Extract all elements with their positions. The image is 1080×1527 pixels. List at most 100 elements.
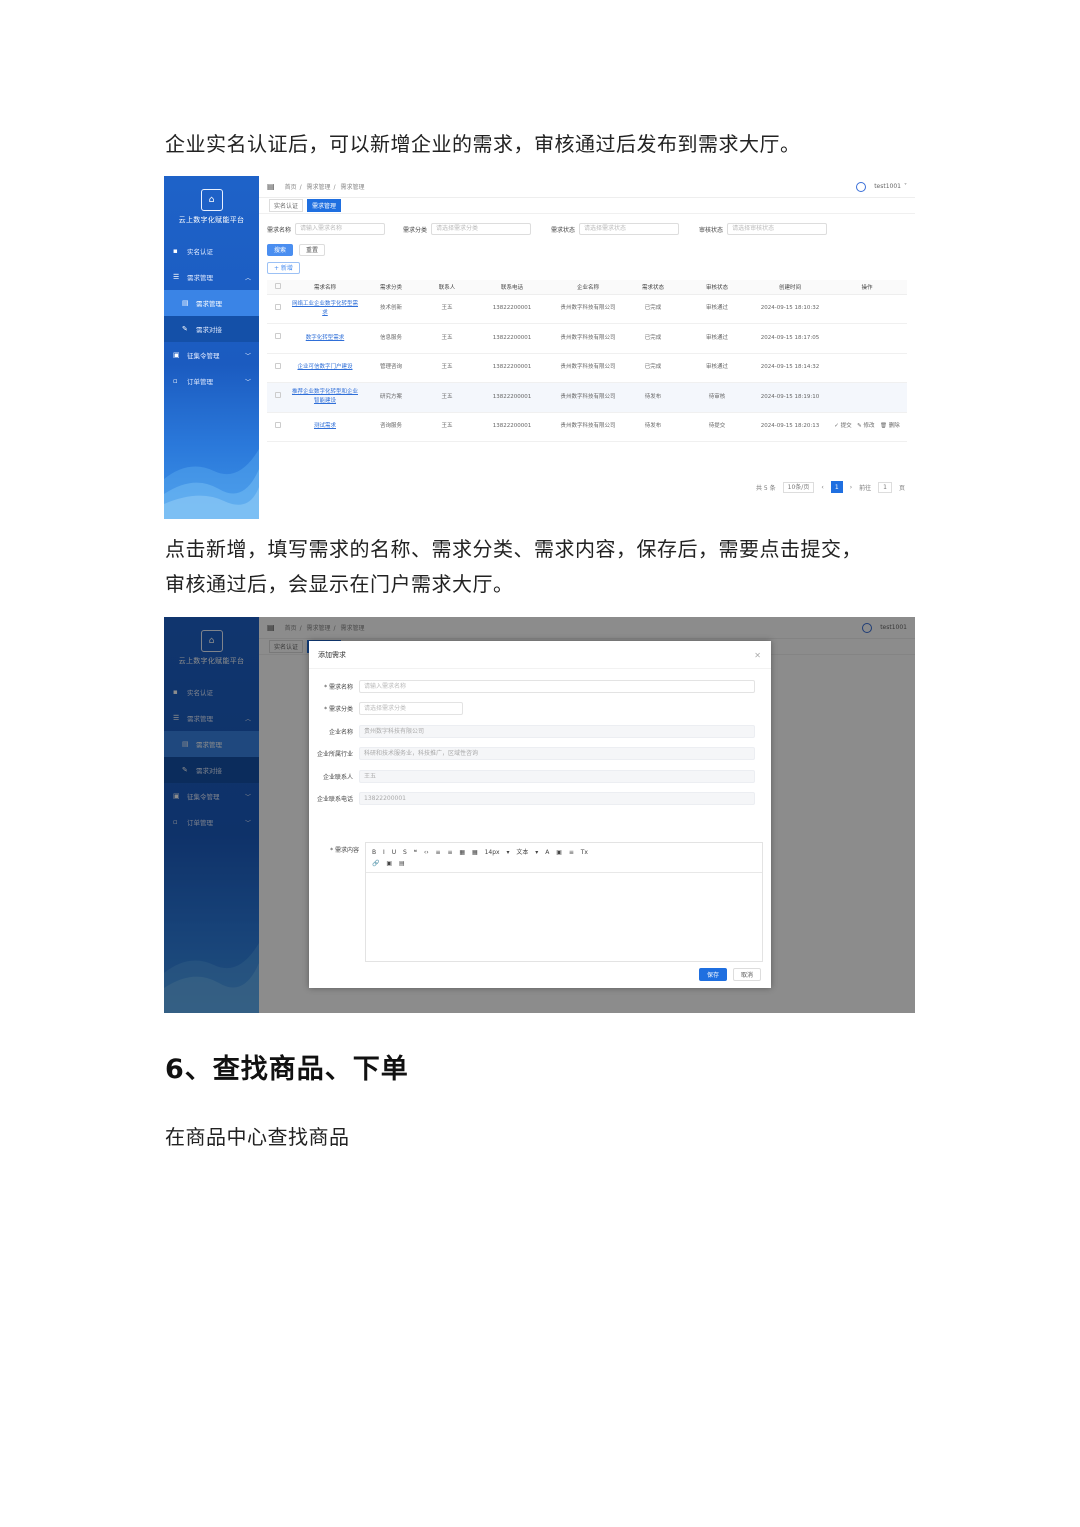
cell-status: 待发布 xyxy=(625,382,681,413)
add-button[interactable]: + 新增 xyxy=(267,262,300,274)
search-button[interactable]: 搜索 xyxy=(267,244,294,256)
cell-status: 待发布 xyxy=(625,412,681,442)
edit-icon: ✎ xyxy=(182,325,188,333)
chevron-down-icon: ﹀ xyxy=(244,378,251,386)
nav-demand-manage[interactable]: ▤ 需求管理 xyxy=(164,290,259,316)
user-icon xyxy=(856,181,867,192)
editor-toolbar[interactable]: B I U S ❝ ‹› ≡ ≡ ▦ ▦ 14px ▾ 文本 ▾ A ▣ ≡ T… xyxy=(366,843,762,873)
label-contact: 企业联系人 xyxy=(322,773,353,781)
nav-orders[interactable]: ▫ 订单管理 ﹀ xyxy=(164,368,259,394)
chevron-down-icon: ﹀ xyxy=(244,352,251,360)
table-header: 需求名称 需求分类 联系人 联系电话 企业名称 需求状态 审核状态 创建时间 操… xyxy=(267,280,907,295)
toolbar-row-2[interactable]: 🔗 ▣ ▤ xyxy=(372,858,756,869)
cell-company: 贵州数字科技有限公司 xyxy=(551,323,625,354)
table-row: 数字化转型需求 信息服务 王五 13822200001 贵州数字科技有限公司 已… xyxy=(267,323,907,354)
cell-status: 已完成 xyxy=(625,353,681,383)
row-checkbox[interactable] xyxy=(275,421,281,428)
table-row: 企业可信数字门户建设 管理咨询 王五 13822200001 贵州数字科技有限公… xyxy=(267,353,907,383)
pager-goto-label: 前往 xyxy=(859,484,872,492)
cell-company: 贵州数字科技有限公司 xyxy=(551,294,625,324)
form-row-company: 企业名称 贵州数字科技有限公司 xyxy=(309,720,771,743)
cell-cat: 技术创新 xyxy=(361,294,421,324)
cell-contact: 王五 xyxy=(421,353,473,383)
contact-field: 王五 xyxy=(359,769,755,783)
tag-real-name[interactable]: 实名认证 xyxy=(269,199,304,212)
page-size-select[interactable]: 10条/页 xyxy=(782,481,815,493)
demand-name-link[interactable]: 推荐企业数字化转型和企业智能建设 xyxy=(289,382,361,413)
demand-name-link[interactable]: 企业可信数字门户建设 xyxy=(289,353,361,383)
cell-time: 2024-09-15 18:19:10 xyxy=(753,382,827,413)
cell-ops xyxy=(827,382,907,413)
pagination: 共 5 条 10条/页 ‹ 1 › 前往 1 页 xyxy=(756,481,905,493)
cell-audit: 审核通过 xyxy=(681,294,753,324)
goto-page-input[interactable]: 1 xyxy=(878,481,892,493)
row-checkbox[interactable] xyxy=(275,362,281,369)
reset-button[interactable]: 重置 xyxy=(299,244,326,256)
cart-icon: ▫ xyxy=(173,377,178,385)
label-cat: * 需求分类 xyxy=(324,706,353,714)
row-checkbox[interactable] xyxy=(275,333,281,340)
cell-phone: 13822200001 xyxy=(473,382,551,413)
crumb-home[interactable]: 首页 xyxy=(285,184,297,191)
label-name: * 需求名称 xyxy=(324,683,353,691)
form-row-contact: 企业联系人 王五 xyxy=(309,765,771,788)
rich-text-editor[interactable]: B I U S ❝ ‹› ≡ ≡ ▦ ▦ 14px ▾ 文本 ▾ A ▣ ≡ T… xyxy=(365,842,763,962)
nav-demand-group[interactable]: ☰ 需求管理 ︿ xyxy=(164,264,259,290)
cell-phone: 13822200001 xyxy=(473,353,551,383)
cancel-button[interactable]: 取消 xyxy=(732,968,761,981)
row-checkbox[interactable] xyxy=(275,303,281,310)
tags-view: 实名认证 需求管理 xyxy=(259,198,915,214)
user-menu[interactable]: test1001 ˅ xyxy=(856,181,907,192)
select-all-checkbox[interactable] xyxy=(275,282,281,289)
nav-collection[interactable]: ▣ 征集令管理 ﹀ xyxy=(164,342,259,368)
cell-cat: 研究方案 xyxy=(361,382,421,413)
col-ops: 操作 xyxy=(827,280,907,295)
audit-status-select[interactable]: 请选择审核状态 xyxy=(727,223,828,235)
save-button[interactable]: 保存 xyxy=(698,968,727,981)
label-phone: 企业联系电话 xyxy=(316,796,353,804)
label-audit-status: 审核状态 xyxy=(699,226,724,234)
table-row: 推荐企业数字化转型和企业智能建设 研究方案 王五 13822200001 贵州数… xyxy=(267,382,907,413)
folder-icon: ▣ xyxy=(173,351,180,359)
paragraph-line-2: 审核通过后，会显示在门户需求大厅。 xyxy=(165,572,514,596)
cell-ops xyxy=(827,353,907,383)
menu-icon[interactable]: ▤ xyxy=(267,182,275,191)
label-demand-cat: 需求分类 xyxy=(403,226,428,234)
col-phone: 联系电话 xyxy=(473,280,551,295)
close-icon[interactable]: ✕ xyxy=(754,651,761,660)
cell-cat: 信息服务 xyxy=(361,323,421,354)
col-contact: 联系人 xyxy=(421,280,473,295)
id-card-icon: ▪ xyxy=(173,247,178,255)
demand-name-link[interactable]: 网络工业企业数字化转型需求 xyxy=(289,294,361,324)
demand-status-select[interactable]: 请选择需求状态 xyxy=(579,223,680,235)
row-actions[interactable]: ✓ 提交 ✎ 修改 🗑 删除 xyxy=(827,412,907,442)
form-row-cat: * 需求分类 请选择需求分类 xyxy=(309,698,771,721)
cell-audit: 审核通过 xyxy=(681,323,753,354)
crumb-demand[interactable]: 需求管理 xyxy=(307,184,331,191)
main-content: ▤ 首页 / 需求管理 / 需求管理 test1001 ˅ 实名认证 需求管理 需求名… xyxy=(259,176,915,519)
page-number[interactable]: 1 xyxy=(830,481,843,493)
table-row: 网络工业企业数字化转型需求 技术创新 王五 13822200001 贵州数字科技… xyxy=(267,294,907,324)
demand-name-link[interactable]: 测试需求 xyxy=(289,412,361,442)
demand-name-link[interactable]: 数字化转型需求 xyxy=(289,323,361,354)
platform-name: 云上数字化赋能平台 xyxy=(178,216,245,224)
tag-demand[interactable]: 需求管理 xyxy=(307,199,342,212)
demand-cat-select[interactable]: 请选择需求分类 xyxy=(359,702,463,716)
cell-audit: 审核通过 xyxy=(681,353,753,383)
company-name-field: 贵州数字科技有限公司 xyxy=(359,724,755,738)
intro-paragraph: 企业实名认证后，可以新增企业的需求，审核通过后发布到需求大厅。 xyxy=(165,132,801,156)
toolbar-row-1[interactable]: B I U S ❝ ‹› ≡ ≡ ▦ ▦ 14px ▾ 文本 ▾ A ▣ ≡ T… xyxy=(372,847,756,858)
table-row: 测试需求 咨询服务 王五 13822200001 贵州数字科技有限公司 待发布 … xyxy=(267,412,907,442)
row-checkbox[interactable] xyxy=(275,392,281,399)
col-time: 创建时间 xyxy=(753,280,827,295)
nav-demand-dock[interactable]: ✎ 需求对接 xyxy=(164,316,259,342)
cell-phone: 13822200001 xyxy=(473,412,551,442)
prev-page-icon[interactable]: ‹ xyxy=(821,484,823,491)
next-page-icon[interactable]: › xyxy=(850,484,852,491)
demand-cat-select[interactable]: 请选择需求分类 xyxy=(431,223,532,235)
cell-ops xyxy=(827,294,907,324)
nav-real-name[interactable]: ▪ 实名认证 xyxy=(164,238,259,264)
demand-name-field[interactable]: 请输入需求名称 xyxy=(359,679,755,693)
demand-name-input[interactable]: 请输入需求名称 xyxy=(295,223,386,235)
dialog-footer: 保存 取消 xyxy=(698,968,761,981)
